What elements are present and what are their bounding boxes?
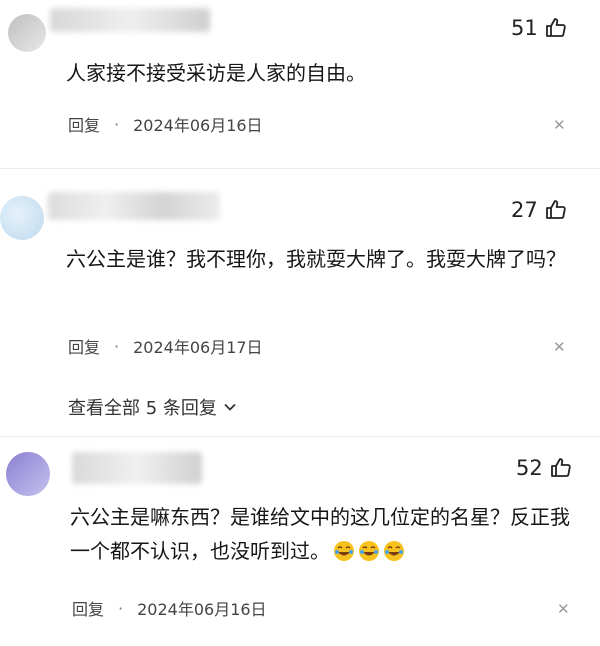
comment-date: 2024年06月17日 [133,338,263,357]
like-count: 52 [516,456,543,480]
username-blurred[interactable] [48,192,220,220]
view-all-replies-button[interactable]: 查看全部 5 条回复 [68,394,237,420]
username-blurred[interactable] [50,8,210,32]
thumbs-up-icon [550,458,571,477]
comment-date: 2024年06月16日 [133,116,263,135]
thumbs-up-icon [545,18,566,37]
reply-button[interactable]: 回复 [72,596,104,620]
divider [0,168,600,169]
thumbs-up-icon [545,200,566,219]
username-blurred[interactable] [72,452,202,484]
like-button[interactable]: 52 [516,456,573,480]
meta-separator: · [118,598,124,618]
avatar[interactable] [8,14,46,52]
comment-body: 六公主是嘛东西？是谁给文中的这几位定的名星？反正我一个都不认识，也没听到过。 [70,505,570,563]
like-button[interactable]: 51 [511,16,568,40]
close-icon[interactable]: ✕ [553,338,566,356]
view-all-replies-label: 查看全部 5 条回复 [68,398,217,419]
close-icon[interactable]: ✕ [557,600,570,618]
comment-text: 六公主是谁？我不理你，我就耍大牌了。我耍大牌了吗？ [66,247,566,271]
like-button[interactable]: 27 [511,198,568,222]
avatar[interactable] [0,196,44,240]
comment-meta: 回复 · 2024年06月17日 [68,334,263,358]
like-count: 27 [511,198,538,222]
meta-separator: · [114,336,120,356]
divider [0,436,600,437]
close-icon[interactable]: ✕ [553,116,566,134]
comment-meta: 回复 · 2024年06月16日 [68,112,263,136]
meta-separator: · [114,114,120,134]
comment-date: 2024年06月16日 [137,600,267,619]
avatar[interactable] [6,452,50,496]
reply-button[interactable]: 回复 [68,334,100,358]
comment-text: 人家接不接受采访是人家的自由。 [66,61,366,85]
comment-text: 六公主是嘛东西？是谁给文中的这几位定的名星？反正我一个都不认识，也没听到过。 [70,500,570,568]
reply-button[interactable]: 回复 [68,112,100,136]
like-count: 51 [511,16,538,40]
comment-meta: 回复 · 2024年06月16日 [72,596,267,620]
chevron-down-icon [224,403,236,411]
laugh-cry-icon [330,539,405,563]
